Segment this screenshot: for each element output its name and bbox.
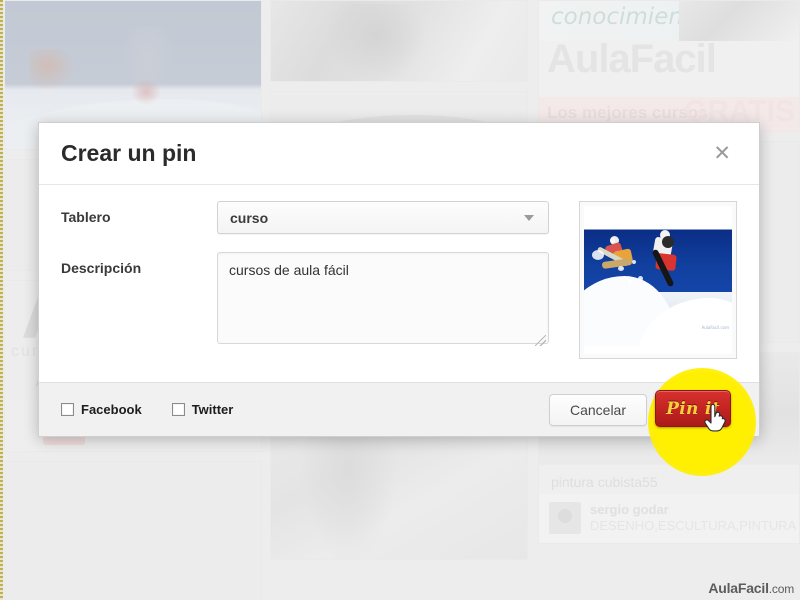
board-select[interactable]: curso [217, 201, 549, 234]
chevron-down-icon [524, 215, 534, 221]
pin-it-button[interactable]: Pin it [655, 390, 731, 427]
avatar [549, 502, 581, 535]
dialog-body: Tablero curso Descripción cursos de aula… [39, 185, 759, 382]
facebook-checkbox-label: Facebook [81, 402, 142, 417]
background-ad-banner: conocimientos [539, 1, 799, 41]
thumbnail-rider-right [646, 230, 690, 288]
background-user-board: DESENHO,ESCULTURA,PINTURA [590, 518, 797, 534]
create-pin-dialog: Crear un pin ✕ Tablero curso Descripción [38, 122, 760, 437]
background-pin-card[interactable] [4, 461, 262, 600]
background-pin-card[interactable] [270, 0, 528, 82]
share-checkbox-group: Facebook Twitter [61, 402, 549, 417]
aulafacil-watermark: AulaFacil.com [708, 580, 794, 596]
description-input[interactable] [217, 252, 549, 344]
page-left-edge-rule [0, 0, 3, 600]
pin-it-button-wrap: Pin it [655, 390, 731, 432]
background-ad-card[interactable]: conocimientos AulaFacil Los mejores curs… [538, 0, 800, 132]
pin-it-button-label: Pin it [666, 398, 720, 419]
background-photo-reading [271, 1, 527, 81]
rider-left-silhouette [29, 49, 75, 91]
background-user-row[interactable]: sergio godar DESENHO,ESCULTURA,PINTURA [539, 494, 799, 543]
background-pin-title: pintura cubista55 [539, 465, 799, 494]
background-ad-photo [679, 1, 799, 41]
board-select-value: curso [230, 209, 269, 226]
close-icon[interactable]: ✕ [707, 139, 737, 168]
thumbnail-image: AulaFacil.com [584, 206, 732, 354]
description-field-label: Descripción [61, 260, 142, 276]
thumbnail-credit: AulaFacil.com [701, 325, 729, 331]
twitter-checkbox-label: Twitter [191, 402, 234, 417]
background-user-name: sergio godar [590, 502, 669, 517]
watermark-brand: AulaFacil [708, 580, 769, 596]
background-ad-brand: AulaFacil [547, 37, 717, 81]
twitter-checkbox[interactable]: Twitter [171, 402, 234, 417]
background-ad-brand-row: AulaFacil [539, 37, 799, 97]
page-title: Crear un pin [61, 140, 197, 166]
rider-right-accent [131, 79, 161, 105]
checkbox-icon[interactable] [61, 403, 74, 416]
dialog-header: Crear un pin ✕ [39, 123, 759, 185]
board-field-label: Tablero [61, 209, 111, 225]
thumbnail-rider-left [596, 236, 638, 276]
facebook-checkbox[interactable]: Facebook [61, 402, 142, 417]
background-photo-block [5, 462, 261, 600]
watermark-suffix: .com [768, 582, 794, 596]
checkbox-icon[interactable] [171, 403, 185, 416]
pin-preview-thumbnail: AulaFacil.com [579, 201, 737, 359]
cancel-button[interactable]: Cancelar [548, 393, 647, 426]
